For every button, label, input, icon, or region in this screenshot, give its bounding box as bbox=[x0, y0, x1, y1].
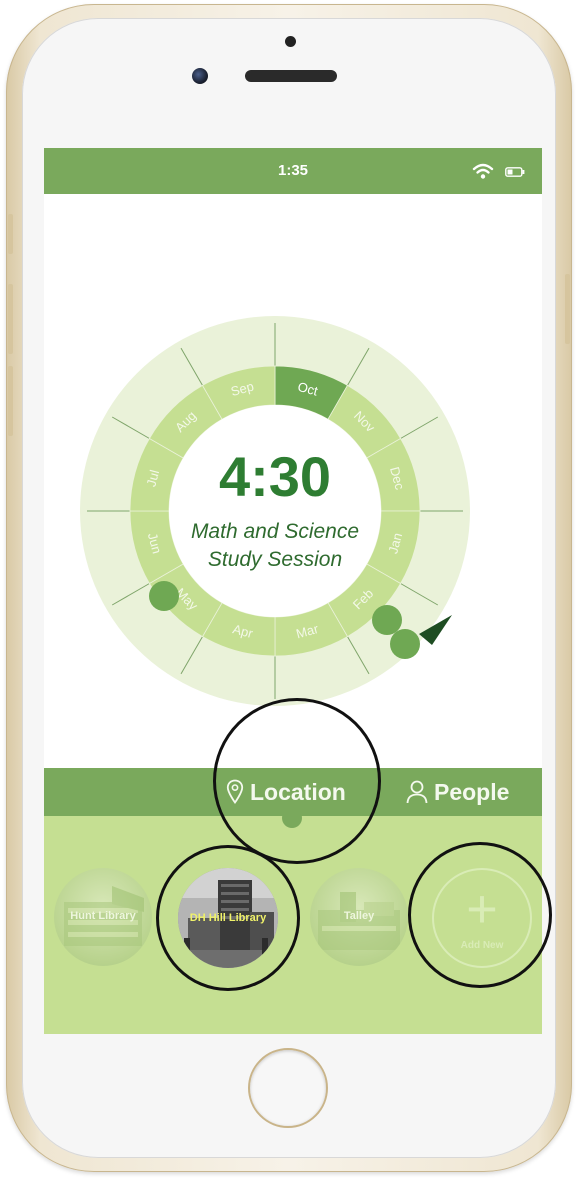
event-title-line1: Math and Science bbox=[191, 520, 359, 543]
person-icon bbox=[406, 780, 428, 804]
annotation-circle-add-new bbox=[408, 842, 552, 988]
tab-people-label: People bbox=[434, 778, 510, 805]
power-button bbox=[565, 274, 570, 344]
status-bar: 1:35 bbox=[44, 148, 542, 194]
battery-icon bbox=[505, 167, 525, 177]
dial-marker-right-1[interactable] bbox=[372, 605, 402, 635]
event-title-line2: Study Session bbox=[208, 548, 342, 571]
volume-down-button bbox=[8, 366, 13, 436]
mute-switch bbox=[8, 214, 13, 254]
location-hunt-library[interactable]: Hunt Library bbox=[54, 868, 152, 966]
front-camera-icon bbox=[192, 68, 208, 84]
month-dial[interactable]: OctNovDecJanFebMarAprMayJunJulAugSep 4:3… bbox=[80, 316, 470, 706]
tab-people[interactable]: People bbox=[406, 774, 509, 810]
annotation-circle-dh-hill bbox=[156, 845, 300, 991]
volume-up-button bbox=[8, 284, 13, 354]
location-hunt-label: Hunt Library bbox=[70, 910, 136, 922]
countdown-time: 4:30 bbox=[219, 445, 331, 508]
location-talley-label: Talley bbox=[343, 910, 375, 922]
annotation-circle-location-tab bbox=[213, 698, 381, 864]
dial-marker-left[interactable] bbox=[149, 581, 179, 611]
dial-marker-right-2[interactable] bbox=[390, 629, 420, 659]
location-talley[interactable]: Talley bbox=[310, 868, 408, 966]
home-button[interactable] bbox=[248, 1048, 328, 1128]
status-time: 1:35 bbox=[277, 162, 309, 179]
earpiece-speaker bbox=[245, 70, 337, 82]
proximity-sensor bbox=[285, 36, 296, 47]
dial-center bbox=[169, 405, 381, 617]
wifi-icon bbox=[472, 163, 494, 179]
